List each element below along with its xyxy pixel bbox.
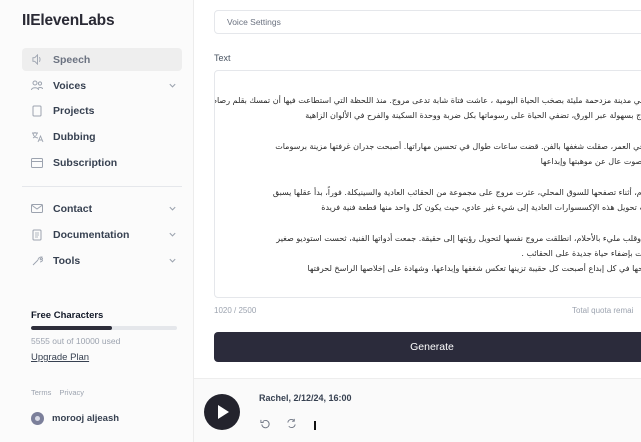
sidebar-item-projects[interactable]: Projects	[22, 99, 182, 122]
total-quota-remaining: Total quota remai	[572, 306, 634, 315]
sidebar-item-label: Speech	[53, 53, 91, 66]
sidebar-item-label: Voices	[53, 79, 87, 92]
sidebar: IIElevenLabs Speech Voices Projects Dubb…	[0, 0, 194, 442]
audio-player: Rachel, 2/12/24, 16:00	[194, 378, 641, 442]
sidebar-item-dubbing[interactable]: Dubbing	[22, 125, 182, 148]
loop-icon[interactable]	[286, 418, 297, 432]
text-content: في يوم بسيط في مدينة مزدحمة مليئة بصخب ا…	[215, 93, 641, 292]
chevron-down-icon	[168, 256, 178, 266]
chevron-down-icon	[168, 204, 178, 214]
upgrade-plan-link[interactable]: Upgrade Plan	[31, 352, 89, 363]
chevron-down-icon	[168, 81, 178, 91]
user-profile[interactable]: morooj aljeash	[31, 412, 119, 425]
track-title: Rachel, 2/12/24, 16:00	[259, 393, 352, 403]
sidebar-item-documentation[interactable]: Documentation	[22, 223, 182, 246]
text-label: Text	[214, 53, 231, 63]
text-line: في منزلها، وبدأت بإضفاء حياة جديدة على ا…	[521, 249, 641, 258]
sidebar-item-voices[interactable]: Voices	[22, 74, 182, 97]
projects-icon	[30, 104, 44, 118]
sidebar-item-label: Dubbing	[53, 130, 96, 143]
sidebar-item-label: Contact	[53, 202, 93, 215]
translate-icon	[30, 130, 44, 144]
mail-icon	[30, 202, 44, 216]
sidebar-item-label: Documentation	[53, 228, 130, 241]
sidebar-item-label: Tools	[53, 254, 81, 267]
character-count: 1020 / 2500	[214, 306, 257, 315]
text-paragraph: في يوم من الأيام، أثناء تصفحها للسوق الم…	[223, 185, 641, 215]
play-icon	[218, 405, 229, 419]
sidebar-item-speech[interactable]: Speech	[22, 48, 182, 71]
free-characters-progress	[31, 326, 177, 330]
sidebar-item-label: Projects	[53, 104, 95, 117]
rewind-icon[interactable]	[260, 418, 271, 432]
text-line: في يوم من الأيام، أثناء تصفحها للسوق الم…	[272, 188, 641, 197]
sidebar-divider	[22, 186, 182, 187]
sidebar-item-label: Subscription	[53, 156, 118, 169]
text-line: في يوم بسيط في مدينة مزدحمة مليئة بصخب ا…	[215, 96, 641, 105]
text-line: بالأفكار. تصورت تحويل هذه الإكسسوارات ال…	[321, 203, 641, 212]
text-line: جعلت مروج روحها في كل إبداع أصبحت كل حقي…	[307, 264, 641, 273]
sidebar-item-subscription[interactable]: Subscription	[22, 151, 182, 174]
voice-settings-dropdown[interactable]: Voice Settings	[214, 10, 641, 34]
text-line: مع تقدم مروج في العمر، صقلت شغفها بالفن.…	[275, 142, 641, 151]
text-paragraph: بقرار لا يتزعزع وقلب مليء بالأحلام، انطل…	[223, 231, 641, 276]
text-line: بقرار لا يتزعزع وقلب مليء بالأحلام، انطل…	[276, 234, 641, 243]
text-paragraph: مع تقدم مروج في العمر، صقلت شغفها بالفن.…	[223, 139, 641, 169]
chevron-down-icon	[168, 230, 178, 240]
sidebar-item-contact[interactable]: Contact	[22, 197, 182, 220]
text-paragraph: في يوم بسيط في مدينة مزدحمة مليئة بصخب ا…	[215, 93, 641, 123]
app-logo[interactable]: IIElevenLabs	[22, 12, 115, 30]
text-input[interactable]: في يوم بسيط في مدينة مزدحمة مليئة بصخب ا…	[214, 70, 641, 298]
free-characters-used: 5555 out of 10000 used	[31, 336, 121, 346]
text-line: ولوحات تنطق بصوت عال عن موهبتها وإبداعها	[540, 157, 641, 166]
subscription-icon	[30, 156, 44, 170]
free-characters-progress-fill	[31, 326, 113, 330]
text-line: بدأت أصابع مروج بسهولة عبر الورق، تضفي ا…	[305, 111, 641, 120]
terms-link[interactable]: Terms	[31, 388, 51, 397]
play-button[interactable]	[204, 394, 240, 430]
voices-icon	[30, 79, 44, 93]
sidebar-item-tools[interactable]: Tools	[22, 249, 182, 272]
generate-button-label: Generate	[410, 341, 454, 353]
legal-links: Terms Privacy	[31, 388, 92, 397]
free-characters-title: Free Characters	[31, 310, 104, 321]
scrubber-handle[interactable]	[314, 421, 316, 430]
user-name: morooj aljeash	[52, 413, 120, 424]
speech-icon	[30, 53, 44, 67]
privacy-link[interactable]: Privacy	[59, 388, 84, 397]
generate-button[interactable]: Generate	[214, 332, 641, 362]
document-icon	[30, 228, 44, 242]
avatar	[31, 412, 44, 425]
tools-icon	[30, 254, 44, 268]
